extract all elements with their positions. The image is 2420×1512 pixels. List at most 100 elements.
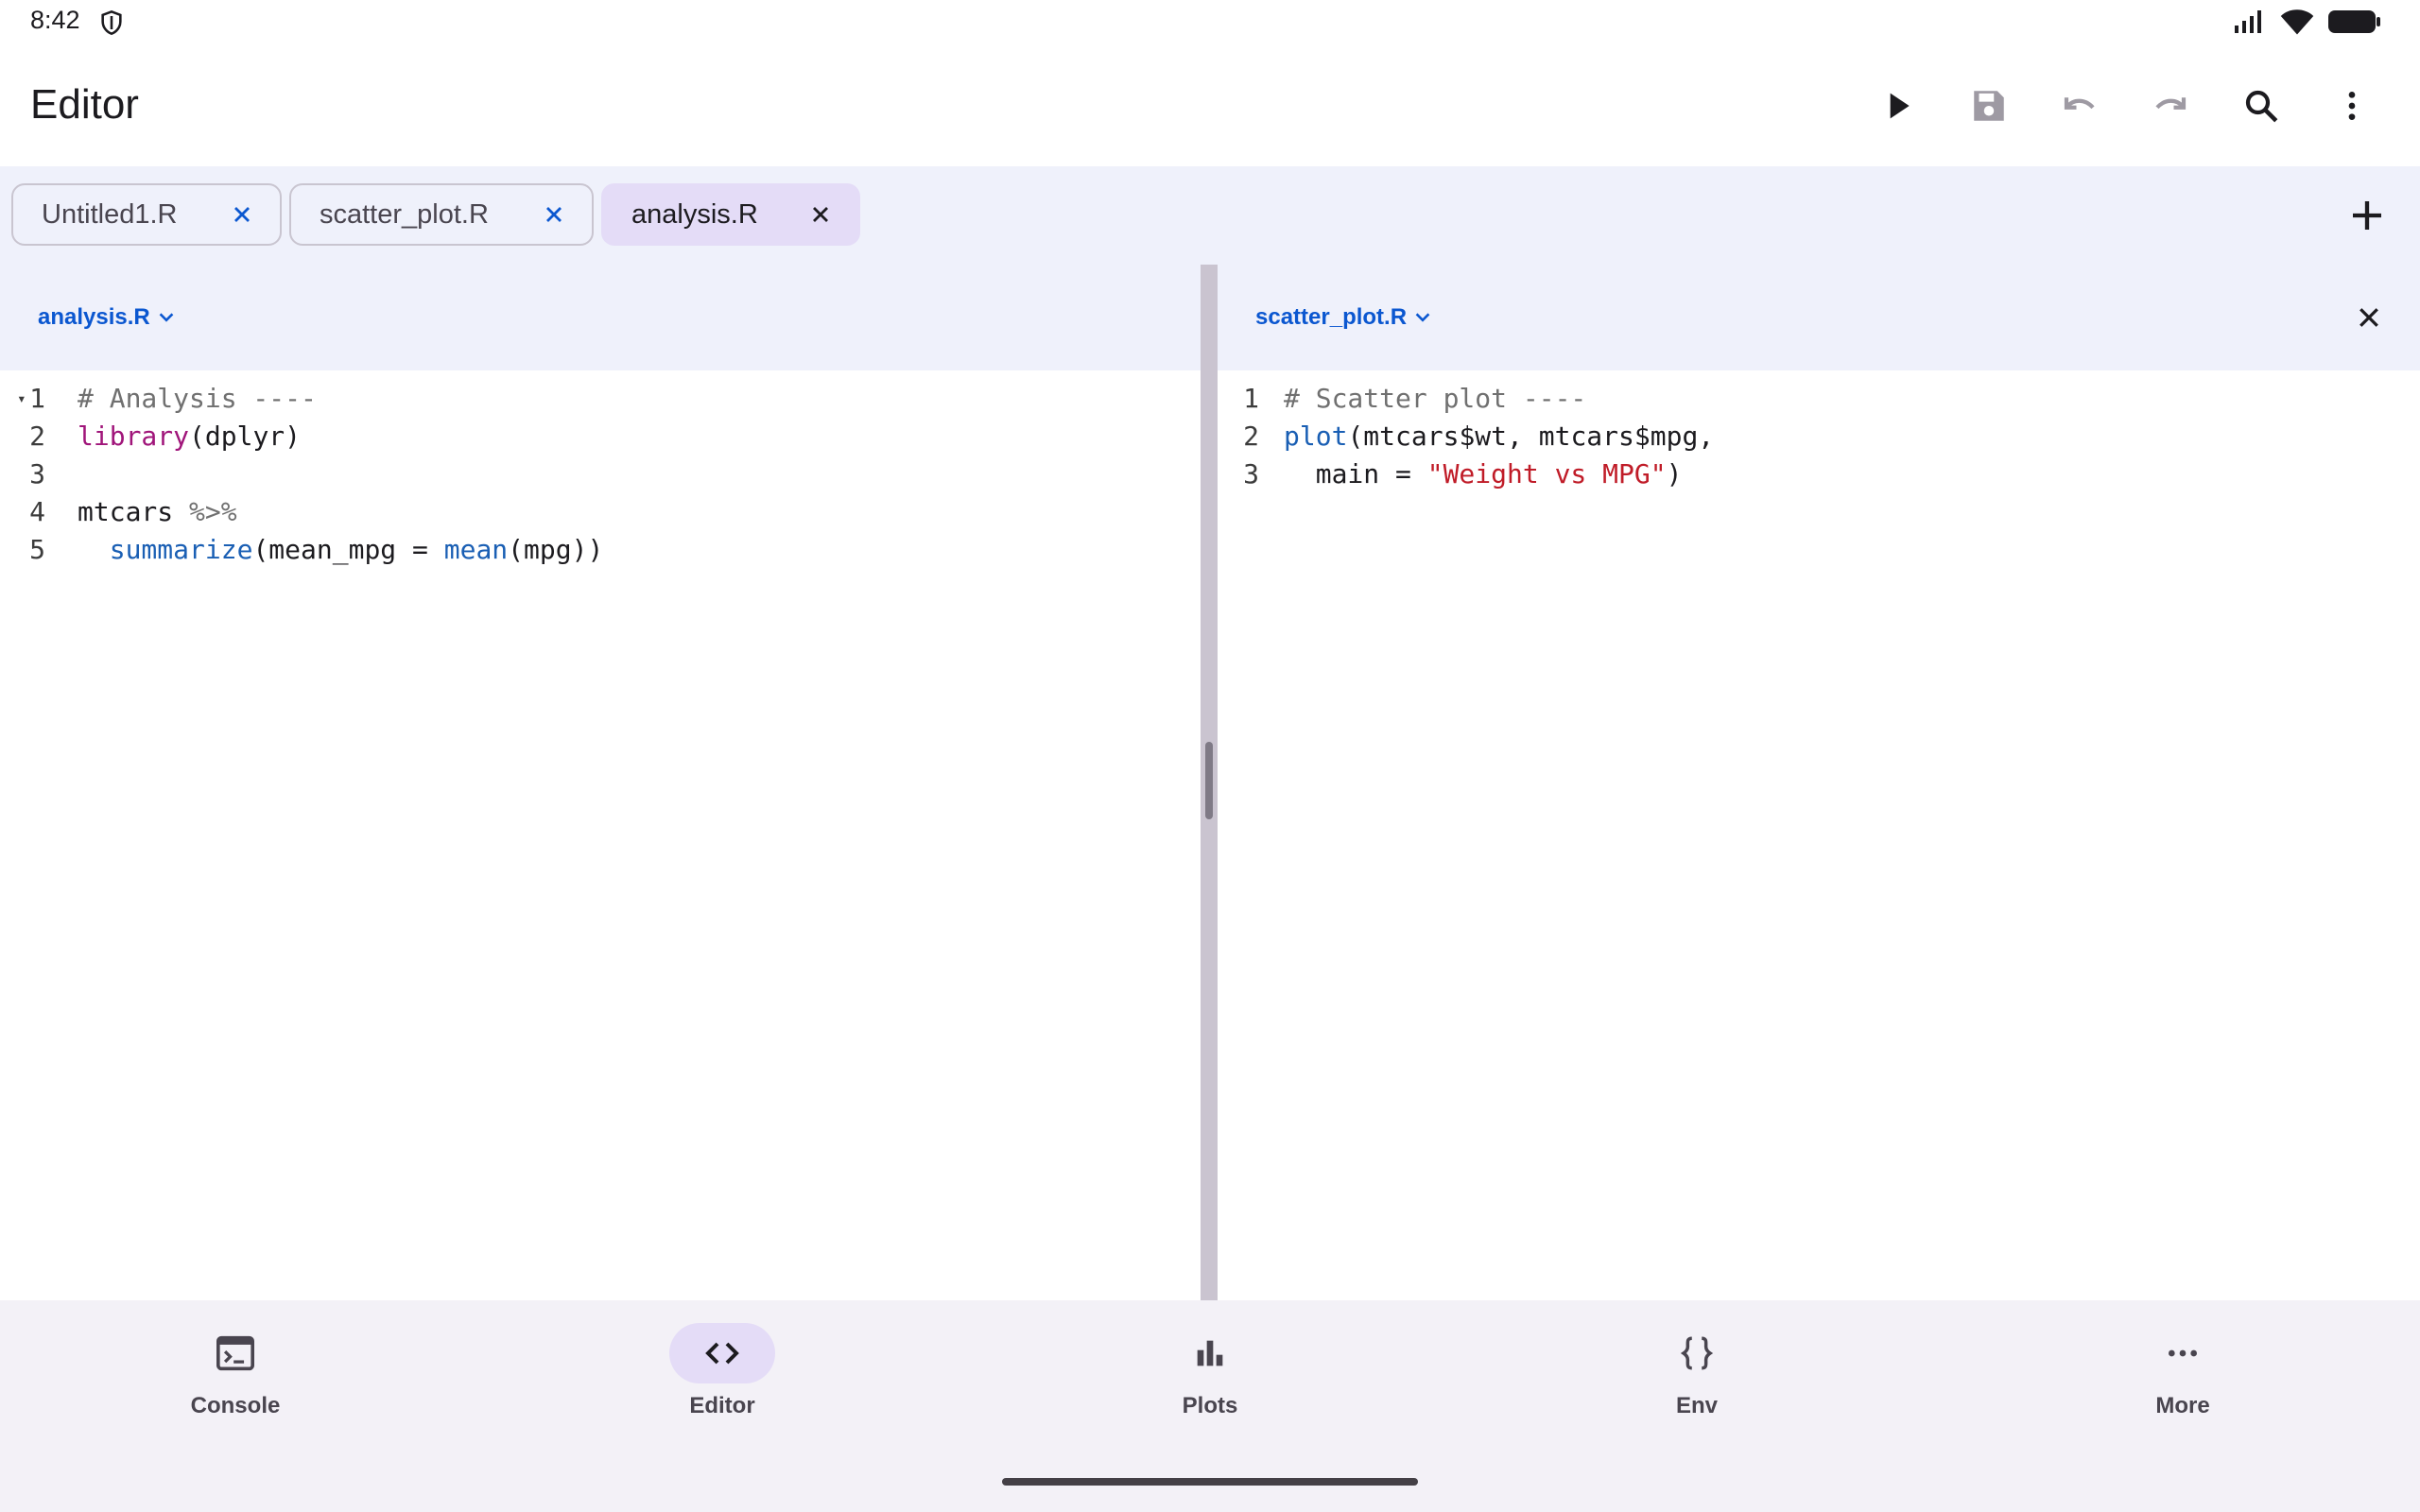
nav-label: Editor (689, 1393, 755, 1418)
undo-button[interactable] (2034, 60, 2125, 151)
tab-untitled1[interactable]: Untitled1.R (11, 183, 282, 246)
file-selector-label: analysis.R (38, 304, 150, 330)
nav-env[interactable]: Env (1583, 1323, 1810, 1419)
plus-icon (2353, 201, 2381, 230)
page-title: Editor (30, 81, 139, 128)
code-token: (mtcars$wt, mtcars$mpg, (1347, 421, 1715, 452)
line-number: 3 (1243, 458, 1259, 490)
save-button[interactable] (1944, 60, 2034, 151)
file-selector[interactable]: scatter_plot.R (1255, 304, 1433, 331)
code-line[interactable]: 3 main = "Weight vs MPG") (1218, 455, 2420, 493)
nav-console[interactable]: Console (122, 1323, 349, 1419)
file-selector[interactable]: analysis.R (38, 304, 177, 331)
close-icon (2360, 308, 2378, 327)
tab-label: analysis.R (631, 198, 758, 230)
line-number: 4 (29, 496, 45, 527)
overflow-menu-button[interactable] (2307, 60, 2397, 151)
code-token: %>% (189, 496, 237, 527)
nav-plots[interactable]: Plots (1097, 1323, 1323, 1419)
nav-editor[interactable]: Editor (609, 1323, 836, 1419)
code-text[interactable]: summarize(mean_mpg = mean(mpg)) (78, 531, 604, 569)
save-icon (1974, 91, 2004, 121)
braces-icon (1644, 1323, 1750, 1383)
search-button[interactable] (2216, 60, 2307, 151)
line-number: 2 (1243, 421, 1259, 452)
code-token: mean (443, 534, 509, 565)
home-indicator[interactable] (1002, 1478, 1418, 1486)
search-icon (2245, 90, 2278, 123)
close-icon[interactable] (541, 201, 567, 228)
close-split-button[interactable] (2352, 301, 2386, 335)
code-line[interactable]: 2 library(dplyr) (0, 418, 1201, 455)
redo-button[interactable] (2125, 60, 2216, 151)
tab-scatter-plot[interactable]: scatter_plot.R (289, 183, 594, 246)
code-line[interactable]: 4 mtcars %>% (0, 493, 1201, 531)
close-icon[interactable] (807, 201, 834, 228)
code-token: main = (1284, 458, 1427, 490)
bottom-navigation: Console Editor Plots Env More (0, 1300, 2420, 1512)
code-token: # Scatter plot ---- (1284, 383, 1587, 414)
code-text[interactable]: # Scatter plot ---- (1284, 380, 1586, 418)
signal-icon (2233, 9, 2267, 40)
line-number: 1 (29, 383, 45, 414)
run-button[interactable] (1853, 60, 1944, 151)
status-time: 8:42 (30, 6, 80, 34)
more-horiz-icon (2130, 1323, 2236, 1383)
close-icon[interactable] (229, 201, 255, 228)
code-line[interactable]: 5 summarize(mean_mpg = mean(mpg)) (0, 531, 1201, 569)
code-line[interactable]: 3 (0, 455, 1201, 493)
redo-icon (2155, 97, 2187, 110)
code-area[interactable]: 1 # Scatter plot ---- 2 plot(mtcars$wt, mtc… (1218, 380, 2420, 493)
code-line[interactable]: 2 plot(mtcars$wt, mtcars$mpg, (1218, 418, 2420, 455)
toolbar (1853, 60, 2397, 151)
bar-chart-icon (1157, 1323, 1263, 1383)
code-area[interactable]: ▾ 1 # Analysis ---- 2 library(dplyr) 3 4 mtcars… (0, 380, 1201, 569)
code-token: ) (1666, 458, 1683, 490)
code-line[interactable]: ▾ 1 # Analysis ---- (0, 380, 1201, 418)
split-drag-handle[interactable] (1205, 742, 1213, 819)
wifi-icon (2280, 8, 2314, 41)
line-number: 5 (29, 534, 45, 565)
play-icon (1890, 93, 1910, 119)
code-text[interactable]: main = "Weight vs MPG") (1284, 455, 1683, 493)
file-selector-label: scatter_plot.R (1255, 304, 1408, 330)
code-token: library (78, 421, 190, 452)
app-bar: Editor (0, 45, 2420, 166)
code-text[interactable]: plot(mtcars$wt, mtcars$mpg, (1284, 418, 1714, 455)
code-token: (mpg)) (508, 534, 604, 565)
code-token: plot (1284, 421, 1348, 452)
code-text[interactable]: mtcars %>% (78, 493, 237, 531)
code-token: # Analysis ---- (78, 383, 317, 414)
console-icon (182, 1323, 288, 1383)
nav-label: Env (1675, 1393, 1718, 1418)
tab-analysis[interactable]: analysis.R (601, 183, 860, 246)
code-token: mtcars (78, 496, 190, 527)
add-tab-button[interactable] (2337, 185, 2397, 246)
code-token: (mean_mpg = (252, 534, 444, 565)
line-number: 3 (29, 458, 45, 490)
editor-pane-left[interactable]: analysis.R ▾ 1 # Analysis ---- 2 library(dpl… (0, 265, 1201, 1300)
chevron-down-icon (1415, 313, 1430, 322)
code-icon (669, 1323, 775, 1383)
code-line[interactable]: 1 # Scatter plot ---- (1218, 380, 2420, 418)
line-number: 2 (29, 421, 45, 452)
editor-pane-right[interactable]: scatter_plot.R 1 # Scatter plot ---- 2 plot… (1218, 265, 2420, 1300)
code-token: (dplyr) (189, 421, 302, 452)
code-token: "Weight vs MPG" (1426, 458, 1667, 490)
tab-label: Untitled1.R (42, 198, 178, 230)
shield-icon (98, 9, 125, 42)
code-text[interactable]: # Analysis ---- (78, 380, 317, 418)
nav-label: Plots (1182, 1393, 1238, 1418)
tab-label: scatter_plot.R (320, 198, 489, 230)
nav-more[interactable]: More (2069, 1323, 2296, 1419)
code-text[interactable]: library(dplyr) (78, 418, 301, 455)
chevron-down-icon (159, 313, 174, 322)
pane-header: analysis.R (0, 265, 1201, 370)
more-vert-icon (2348, 92, 2356, 120)
code-token: summarize (109, 534, 253, 565)
undo-icon (2064, 97, 2095, 110)
line-number: 1 (1243, 383, 1259, 414)
pane-header: scatter_plot.R (1218, 265, 2420, 370)
file-tab-strip: Untitled1.R scatter_plot.R analysis.R (0, 166, 2420, 265)
